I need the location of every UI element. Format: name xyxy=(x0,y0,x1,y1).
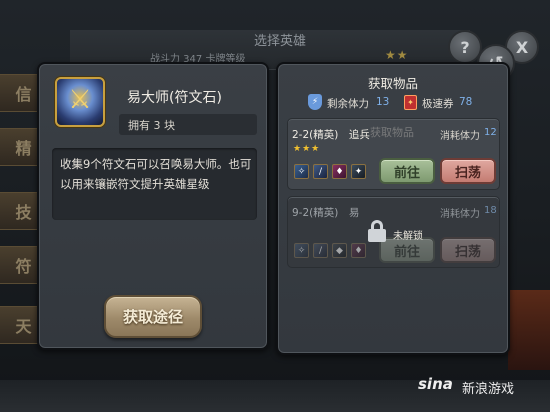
stage-sweep-button-1[interactable]: 扫荡 xyxy=(440,158,496,184)
background-stars: ★★ xyxy=(385,48,409,62)
drop-item-icon: ◆ xyxy=(332,243,347,258)
background-decoration xyxy=(508,290,550,370)
drop-item-icon: ♦ xyxy=(332,164,347,179)
stage-ghost-title: 获取物品 xyxy=(370,126,414,139)
drop-item-icon: ✧ xyxy=(294,164,309,179)
watermark-text: 新浪游戏 xyxy=(462,382,515,397)
sina-logo: sina xyxy=(418,375,453,393)
drop-item-icon: ✦ xyxy=(351,164,366,179)
drop-item-icon: / xyxy=(313,243,328,258)
hero-rune-icon: ⚔ xyxy=(68,85,92,115)
item-portrait: ⚔ xyxy=(55,77,105,127)
obtain-path-button[interactable]: 获取途径 xyxy=(104,295,202,338)
speed-ticket-label: 极速券 xyxy=(422,98,454,110)
item-description: 收集9个符文石可以召唤易大师。也可以用来镶嵌符文提升英雄星级 xyxy=(60,157,252,191)
stage-go-button-1[interactable]: 前往 xyxy=(379,158,435,184)
owned-count: 拥有 3 块 xyxy=(128,119,175,132)
speed-ticket-value: 78 xyxy=(459,96,473,108)
stamina-value: 13 xyxy=(376,96,390,108)
lock-body xyxy=(368,229,386,242)
stage-cost-label-1: 消耗体力 xyxy=(440,131,480,142)
stage-cost-value-1: 12 xyxy=(484,127,497,138)
stage-name-2: 9-2(精英) 易 xyxy=(292,207,360,219)
speed-ticket-icon: ✦ xyxy=(404,95,417,110)
stage-name-1: 2-2(精英) 追兵 xyxy=(292,129,370,141)
stage-sweep-button-2: 扫荡 xyxy=(440,237,496,263)
stage-stars-1: ★★★ xyxy=(293,144,321,154)
stamina-icon: ⚡ xyxy=(308,94,322,110)
locked-label: 未解锁 xyxy=(393,231,423,242)
drop-item-icon: ✧ xyxy=(294,243,309,258)
background-title: 选择英雄 xyxy=(253,34,306,49)
stage-cost-label-2: 消耗体力 xyxy=(440,209,480,220)
item-name: 易大师(符文石) xyxy=(127,90,222,106)
stage-cost-value-2: 18 xyxy=(484,205,497,216)
drop-item-icon: / xyxy=(313,164,328,179)
acquire-panel-title: 获取物品 xyxy=(367,76,418,91)
drop-item-icon: ♦ xyxy=(351,243,366,258)
lock-icon xyxy=(368,220,386,242)
stamina-label: 剩余体力 xyxy=(327,98,369,110)
